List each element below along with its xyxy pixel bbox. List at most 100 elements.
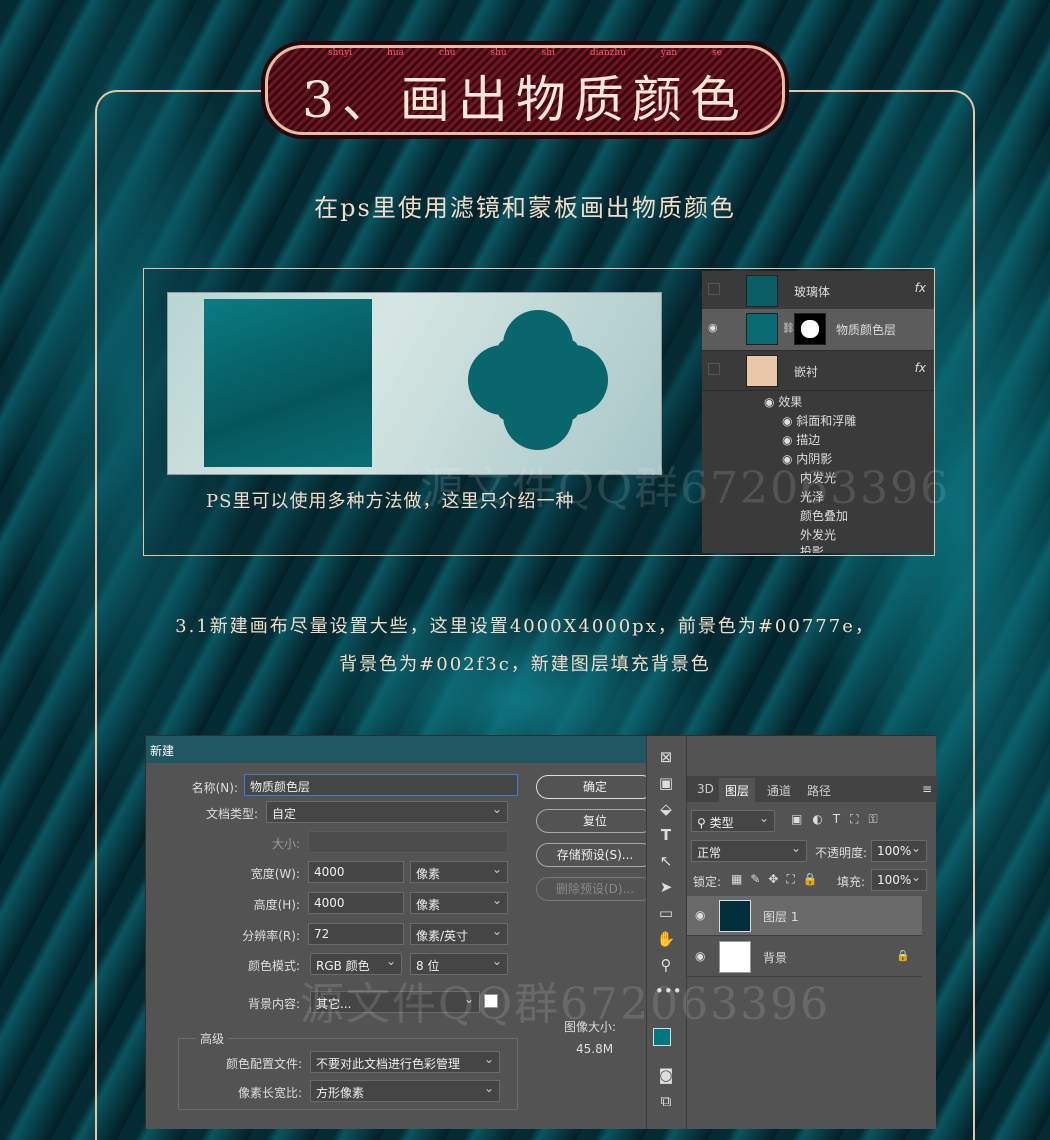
lock-label: 锁定:: [693, 875, 722, 889]
size-select: [308, 831, 508, 853]
sample-image: [167, 292, 662, 475]
filter-type-select[interactable]: ⚲ 类型: [691, 810, 775, 832]
tab-3d[interactable]: 3D: [691, 778, 720, 804]
bg-color-swatch[interactable]: [484, 994, 498, 1008]
subtitle: 在ps里使用滤镜和蒙板画出物质颜色: [314, 194, 736, 222]
ok-button[interactable]: 确定: [536, 775, 654, 799]
layer-row-selected[interactable]: ◉ ⛓ 物质颜色层: [702, 309, 934, 351]
lock-icons[interactable]: ▦✎✥⛶🔒: [731, 872, 826, 887]
effects-header: ◉ 效果: [764, 395, 803, 409]
gradient-tool-icon[interactable]: ▣: [655, 774, 677, 796]
height-label: 高度(H):: [253, 898, 300, 912]
link-icon: ⛓: [782, 323, 795, 334]
pinyin-6: dianzhu: [589, 48, 626, 58]
effect-item[interactable]: ◉ 内阴影: [782, 450, 832, 467]
effect-item[interactable]: ◉ 描边: [782, 431, 820, 448]
advanced-label: 高级: [196, 1030, 229, 1047]
bg-content-label: 背景内容:: [247, 997, 300, 1011]
toolbar: ⊠ ▣ ⬙ T ↖ ➤ ▭ ✋ ⚲ ••• ◙ ⧉: [646, 736, 686, 1129]
new-document-dialog: 新建 名称(N): 物质颜色层 文档类型: 自定 大小: 宽度(W): 4000…: [146, 736, 654, 1129]
reset-button[interactable]: 复位: [536, 809, 654, 833]
direct-select-icon[interactable]: ➤: [655, 878, 677, 900]
example-panel: PS里可以使用多种方法做，这里只介绍一种 玻璃体 fx ◉ ⛓ 物质颜色层 嵌衬…: [143, 268, 935, 556]
doctype-label: 文档类型:: [205, 807, 258, 821]
doctype-select[interactable]: 自定: [266, 801, 508, 823]
layer-row[interactable]: ◉ 背景 🔒: [687, 937, 922, 977]
effect-item[interactable]: 光泽: [800, 488, 824, 505]
resolution-label: 分辨率(R):: [242, 929, 300, 943]
mask-thumbnail: [794, 313, 826, 345]
color-mode-label: 颜色模式:: [247, 959, 300, 973]
aspect-label: 像素长宽比:: [237, 1086, 302, 1100]
layer-thumbnail: [746, 355, 778, 387]
filter-icons[interactable]: ▣◐T⛶⚿: [791, 812, 888, 827]
blend-mode-select[interactable]: 正常: [691, 840, 807, 862]
quatrefoil-shape: [468, 310, 608, 450]
tab-layers[interactable]: 图层: [719, 778, 756, 804]
pinyin-4: shu: [490, 48, 507, 58]
width-label: 宽度(W):: [250, 867, 300, 881]
profile-select[interactable]: 不要对此文档进行色彩管理: [310, 1051, 500, 1073]
aspect-select[interactable]: 方形像素: [310, 1080, 500, 1102]
zoom-tool-icon[interactable]: ⚲: [655, 956, 677, 978]
layer-name: 玻璃体: [794, 285, 831, 299]
hand-tool-icon[interactable]: ✋: [655, 930, 677, 952]
screen-mode-icon[interactable]: ⧉: [655, 1092, 677, 1114]
opacity-input[interactable]: 100%: [871, 840, 927, 862]
effect-item[interactable]: 投影: [800, 543, 824, 553]
material-swatch: [204, 299, 372, 467]
more-tools-icon[interactable]: •••: [655, 982, 682, 1004]
effect-item[interactable]: 内发光: [800, 469, 836, 486]
pinyin-8: se: [712, 48, 722, 58]
eye-icon[interactable]: ◉: [695, 908, 705, 922]
fill-input[interactable]: 100%: [871, 869, 927, 891]
save-preset-button[interactable]: 存储预设(S)...: [536, 843, 654, 867]
pinyin-3: chu: [438, 48, 456, 58]
image-size-value: 45.8M: [576, 1042, 614, 1056]
effect-item[interactable]: 外发光: [800, 526, 836, 543]
pinyin-2: hua: [387, 48, 405, 58]
height-input[interactable]: 4000: [308, 892, 404, 914]
effect-item[interactable]: ◉ 斜面和浮雕: [782, 412, 856, 429]
path-select-icon[interactable]: ↖: [655, 852, 677, 874]
layer-row[interactable]: 嵌衬 fx: [702, 351, 934, 391]
eye-icon[interactable]: ◉: [708, 321, 722, 335]
panel-menu-icon[interactable]: ≡: [922, 782, 932, 796]
fx-icon[interactable]: fx: [915, 361, 926, 375]
bg-content-select[interactable]: 其它...: [310, 991, 480, 1013]
tab-paths[interactable]: 路径: [801, 778, 837, 804]
lock-icon: 🔒: [896, 949, 910, 962]
layer-thumbnail: [746, 313, 778, 345]
effect-item[interactable]: 颜色叠加: [800, 507, 848, 524]
resolution-unit-select[interactable]: 像素/英寸: [410, 923, 508, 945]
width-input[interactable]: 4000: [308, 861, 404, 883]
paint-bucket-icon[interactable]: ⬙: [655, 800, 677, 822]
resolution-input[interactable]: 72: [308, 923, 404, 945]
quick-mask-icon[interactable]: ◙: [655, 1066, 677, 1088]
profile-label: 颜色配置文件:: [225, 1057, 302, 1071]
layer-row-selected[interactable]: ◉ 图层 1: [687, 896, 922, 936]
name-input[interactable]: 物质颜色层: [244, 774, 518, 796]
width-unit-select[interactable]: 像素: [410, 861, 508, 883]
visibility-box[interactable]: [708, 283, 720, 295]
type-tool-icon[interactable]: T: [655, 826, 677, 848]
delete-preset-button: 删除预设(D)...: [536, 877, 654, 901]
photoshop-screenshot: 新建 名称(N): 物质颜色层 文档类型: 自定 大小: 宽度(W): 4000…: [145, 735, 937, 1129]
layer-row[interactable]: 玻璃体 fx: [702, 271, 934, 311]
layers-panel: 3D 图层 通道 路径 ≡ ⚲ 类型 ▣◐T⛶⚿ 正常 不透明度: 100% 锁…: [686, 736, 937, 1129]
fx-icon[interactable]: fx: [915, 281, 926, 295]
color-mode-select[interactable]: RGB 颜色: [310, 953, 402, 975]
layer-name: 嵌衬: [794, 365, 819, 379]
page-title: 3、画出物质颜色: [302, 71, 748, 129]
frame-tool-icon[interactable]: ⊠: [655, 748, 677, 770]
foreground-color-swatch[interactable]: [653, 1028, 671, 1046]
layer-thumbnail: [746, 275, 778, 307]
tab-channels[interactable]: 通道: [761, 778, 797, 804]
height-unit-select[interactable]: 像素: [410, 892, 508, 914]
eye-icon[interactable]: ◉: [695, 949, 705, 963]
bit-depth-select[interactable]: 8 位: [410, 953, 508, 975]
step-text-line1: 3.1新建画布尽量设置大些，这里设置4000X4000px，前景色为#00777…: [175, 616, 875, 637]
rectangle-tool-icon[interactable]: ▭: [655, 904, 677, 926]
layer-name: 背景: [763, 951, 788, 965]
visibility-box[interactable]: [708, 363, 720, 375]
